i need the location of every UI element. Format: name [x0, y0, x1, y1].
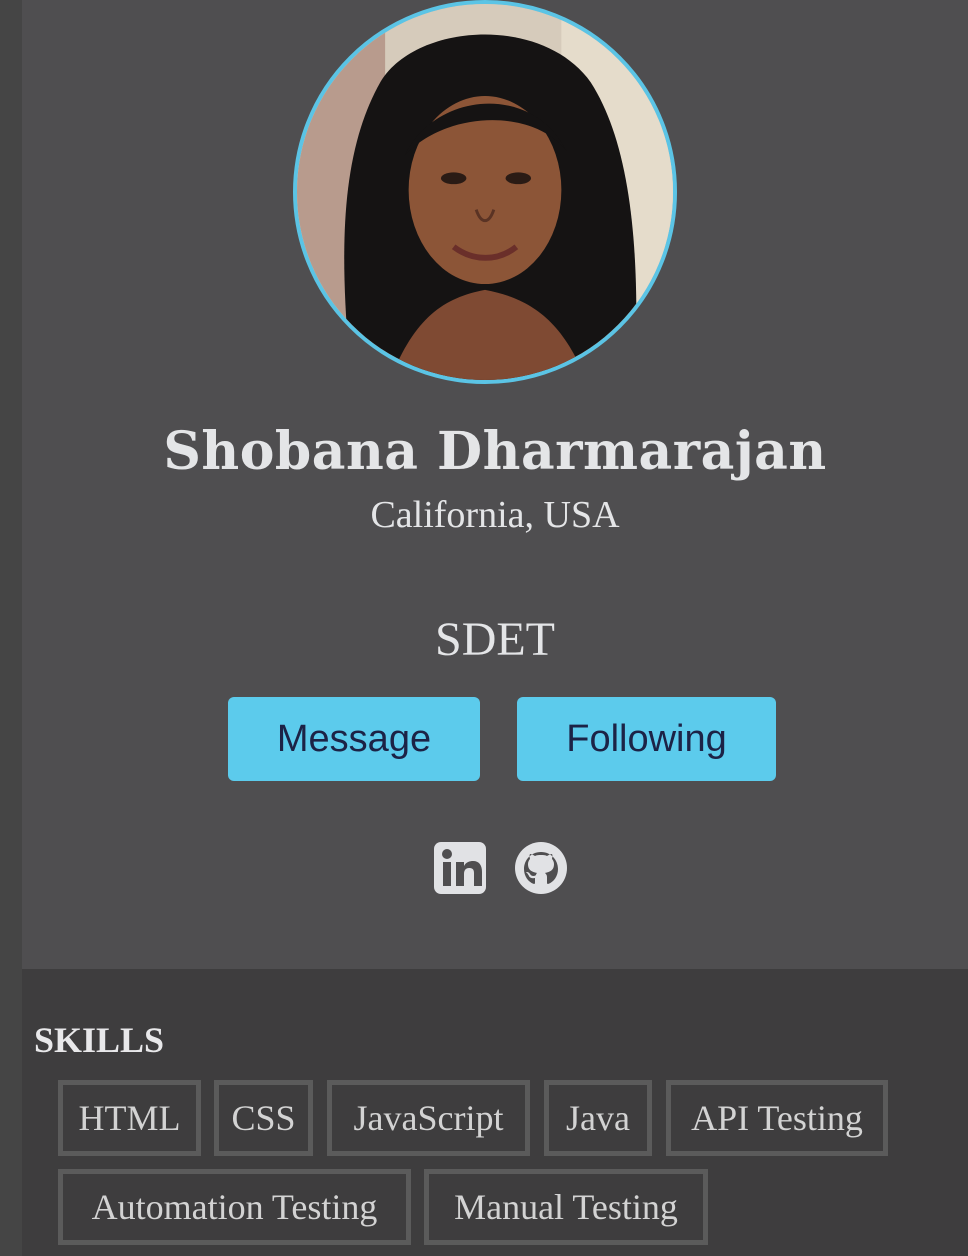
profile-photo-icon — [297, 4, 673, 380]
skill-tag-api-testing: API Testing — [666, 1080, 888, 1156]
linkedin-icon — [434, 842, 486, 894]
skill-tag-css: CSS — [214, 1080, 313, 1156]
github-icon — [515, 842, 567, 894]
profile-name: Shobana Dharmarajan — [163, 421, 827, 482]
skill-tag-javascript: JavaScript — [327, 1080, 530, 1156]
skill-tag-java: Java — [544, 1080, 652, 1156]
skill-tag-automation-testing: Automation Testing — [58, 1169, 411, 1245]
message-button[interactable]: Message — [228, 697, 480, 781]
skill-tag-manual-testing: Manual Testing — [424, 1169, 708, 1245]
skill-tag-html: HTML — [58, 1080, 201, 1156]
profile-location: California, USA — [370, 494, 620, 536]
linkedin-link[interactable] — [432, 840, 488, 896]
skills-title: SKILLS — [34, 1020, 165, 1060]
following-button[interactable]: Following — [517, 697, 776, 781]
github-link[interactable] — [513, 840, 569, 896]
profile-role: SDET — [435, 613, 555, 666]
avatar — [293, 0, 677, 384]
